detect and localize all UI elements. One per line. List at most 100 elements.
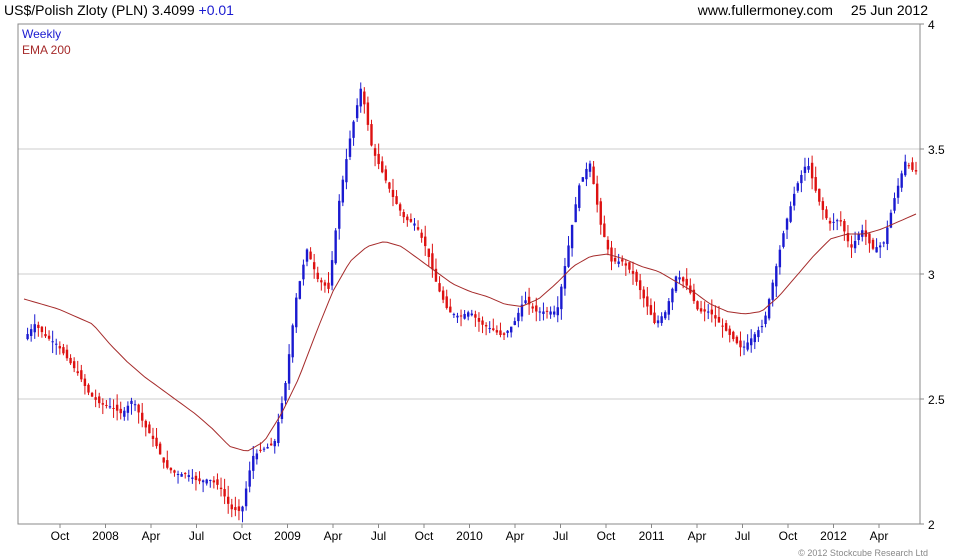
candle-body bbox=[839, 220, 842, 222]
candle-body bbox=[255, 453, 259, 460]
candle-body bbox=[348, 138, 352, 157]
candle-body bbox=[542, 311, 545, 314]
candle-body bbox=[452, 314, 456, 316]
candle-body bbox=[707, 311, 710, 313]
candle-body bbox=[524, 300, 527, 304]
candle-body bbox=[821, 201, 825, 210]
candle-body bbox=[80, 370, 83, 380]
candle-body bbox=[445, 296, 448, 308]
candle-body bbox=[241, 506, 244, 512]
x-tick-label: 2011 bbox=[639, 529, 665, 543]
candle-body bbox=[158, 443, 162, 455]
candle-body bbox=[800, 174, 803, 184]
x-tick-label: 2008 bbox=[92, 529, 119, 543]
candle-body bbox=[416, 227, 420, 230]
candle-body bbox=[850, 244, 853, 248]
candle-body bbox=[760, 326, 764, 328]
candle-body bbox=[173, 470, 176, 473]
candle-body bbox=[456, 315, 459, 318]
candle-body bbox=[366, 102, 370, 125]
candle-body bbox=[732, 331, 735, 340]
candle-body bbox=[764, 315, 767, 325]
candle-body bbox=[205, 479, 208, 484]
candle-body bbox=[151, 435, 155, 439]
x-tick-label: 2012 bbox=[820, 529, 847, 543]
candle-body bbox=[778, 249, 782, 268]
candle-body bbox=[495, 330, 499, 333]
candle-body bbox=[767, 299, 771, 319]
candle-body bbox=[545, 310, 549, 312]
candle-body bbox=[363, 91, 366, 105]
candle-body bbox=[871, 239, 875, 249]
candle-body bbox=[176, 474, 180, 475]
candle-body bbox=[714, 315, 717, 319]
candle-body bbox=[277, 422, 280, 444]
candle-body bbox=[624, 263, 628, 266]
candle-body bbox=[388, 182, 391, 189]
x-tick-label: Jul bbox=[189, 529, 204, 543]
candle-body bbox=[115, 404, 119, 411]
candle-body bbox=[735, 336, 739, 344]
candle-body bbox=[477, 317, 481, 322]
candle-body bbox=[796, 183, 799, 191]
candle-body bbox=[65, 349, 69, 359]
candle-body bbox=[33, 324, 36, 333]
candle-body bbox=[144, 420, 147, 428]
x-tick-label: Apr bbox=[688, 529, 707, 543]
candle-body bbox=[187, 475, 190, 477]
candle-body bbox=[667, 301, 671, 315]
candle-body bbox=[87, 384, 90, 393]
x-tick-label: Jul bbox=[371, 529, 386, 543]
candle-body bbox=[309, 251, 312, 260]
candle-body bbox=[517, 312, 520, 322]
candle-body bbox=[338, 200, 341, 229]
candle-body bbox=[359, 88, 362, 107]
candle-body bbox=[441, 290, 445, 300]
candle-body bbox=[685, 278, 688, 286]
candle-body bbox=[169, 467, 173, 471]
candle-body bbox=[413, 223, 416, 226]
candle-body bbox=[828, 220, 832, 224]
candle-body bbox=[141, 412, 144, 421]
candle-body bbox=[252, 455, 255, 471]
candle-body bbox=[191, 477, 194, 479]
candle-body bbox=[316, 272, 319, 280]
candle-body bbox=[606, 239, 610, 250]
candle-body bbox=[248, 470, 251, 487]
candle-body bbox=[635, 271, 638, 282]
candle-body bbox=[219, 487, 223, 490]
x-tick-label: Apr bbox=[870, 529, 889, 543]
candle-body bbox=[585, 168, 588, 180]
candle-body bbox=[406, 216, 409, 221]
candle-body bbox=[746, 342, 749, 350]
candle-body bbox=[424, 236, 427, 247]
y-tick-label: 4 bbox=[928, 18, 935, 32]
candle-body bbox=[323, 282, 327, 286]
candle-body bbox=[843, 221, 846, 232]
candle-body bbox=[628, 262, 631, 270]
candle-body bbox=[184, 473, 187, 475]
candle-body bbox=[875, 247, 878, 253]
ema-200-line bbox=[23, 213, 917, 452]
candle-body bbox=[807, 166, 810, 170]
candle-body bbox=[420, 232, 423, 238]
candle-body bbox=[273, 440, 276, 447]
candle-body bbox=[750, 338, 753, 346]
candle-body bbox=[642, 289, 645, 299]
candle-body bbox=[402, 211, 405, 218]
candle-body bbox=[886, 227, 889, 244]
x-tick-label: 2009 bbox=[274, 529, 301, 543]
candle-body bbox=[646, 296, 649, 307]
candle-body bbox=[728, 328, 731, 335]
candle-body bbox=[785, 218, 789, 230]
price-chart: 2 2.5 3 3.5 4 Oct 2008 Apr Jul Oct 2009 Apr Jul Oct 20… bbox=[17, 18, 945, 543]
candle-body bbox=[312, 262, 316, 270]
candle-body bbox=[162, 457, 165, 463]
candle-body bbox=[355, 105, 359, 119]
x-tick-label: Oct bbox=[233, 529, 252, 543]
candle-body bbox=[739, 340, 742, 348]
candle-body bbox=[653, 312, 656, 323]
candle-body bbox=[148, 424, 151, 434]
candle-body bbox=[699, 308, 703, 312]
candle-body bbox=[882, 242, 885, 244]
